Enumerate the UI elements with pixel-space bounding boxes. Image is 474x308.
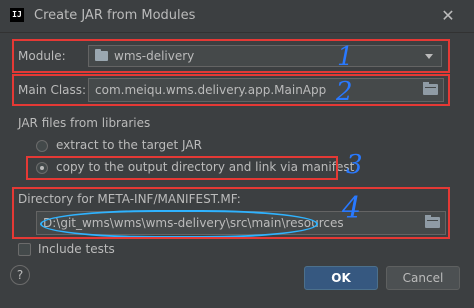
annotation-number-2: 2 — [336, 77, 353, 107]
annotation-box-3 — [26, 156, 338, 180]
intellij-logo-icon: IJ — [10, 8, 24, 22]
annotation-number-1: 1 — [337, 42, 354, 72]
title-bar: IJ Create JAR from Modules ✕ — [0, 0, 474, 33]
include-tests-label[interactable]: Include tests — [38, 242, 115, 256]
window-title: Create JAR from Modules — [34, 8, 196, 23]
annotation-number-3: 3 — [346, 150, 363, 180]
annotation-box-4 — [12, 187, 450, 239]
ok-button[interactable]: OK — [304, 266, 378, 290]
annotation-box-2 — [12, 74, 450, 106]
extract-radio[interactable] — [36, 140, 48, 152]
include-tests-checkbox[interactable] — [18, 243, 31, 256]
cancel-button[interactable]: Cancel — [386, 266, 460, 290]
jar-files-section-label: JAR files from libraries — [18, 116, 151, 130]
close-button[interactable]: ✕ — [436, 4, 460, 28]
help-button[interactable]: ? — [10, 265, 30, 285]
extract-radio-label[interactable]: extract to the target JAR — [56, 138, 202, 152]
annotation-number-4: 4 — [342, 191, 362, 226]
annotation-box-1 — [12, 39, 450, 73]
